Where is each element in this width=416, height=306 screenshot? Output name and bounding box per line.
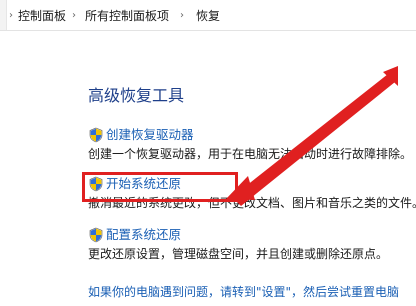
configure-system-restore-description: 更改还原设置，管理磁盘空间，并且创建或删除还原点。 — [88, 247, 389, 261]
highlight-box — [82, 172, 238, 202]
section-title: 高级恢复工具 — [88, 86, 185, 105]
address-bar-edge — [0, 0, 7, 30]
chevron-right-icon: › — [9, 10, 13, 21]
create-recovery-drive-link[interactable]: 创建恢复驱动器 — [106, 127, 194, 143]
create-recovery-drive-description: 创建一个恢复驱动器，用于在电脑无法启动时进行故障排除。 — [88, 147, 413, 161]
chevron-right-icon[interactable]: › — [72, 9, 76, 23]
breadcrumb-control-panel[interactable]: 控制面板 — [18, 9, 66, 23]
uac-shield-icon — [89, 227, 103, 243]
uac-shield-icon — [89, 127, 103, 143]
breadcrumb-recovery[interactable]: 恢复 — [196, 9, 220, 23]
address-bar[interactable]: › 控制面板 › 所有控制面板项 › 恢复 — [0, 0, 416, 31]
breadcrumb-all-control-panel-items[interactable]: 所有控制面板项 — [85, 9, 169, 23]
configure-system-restore-link[interactable]: 配置系统还原 — [106, 227, 181, 243]
chevron-right-icon[interactable]: › — [180, 9, 184, 23]
reset-pc-settings-link[interactable]: 如果你的电脑遇到问题，请转到"设置"，然后尝试重置电脑 — [88, 285, 399, 300]
